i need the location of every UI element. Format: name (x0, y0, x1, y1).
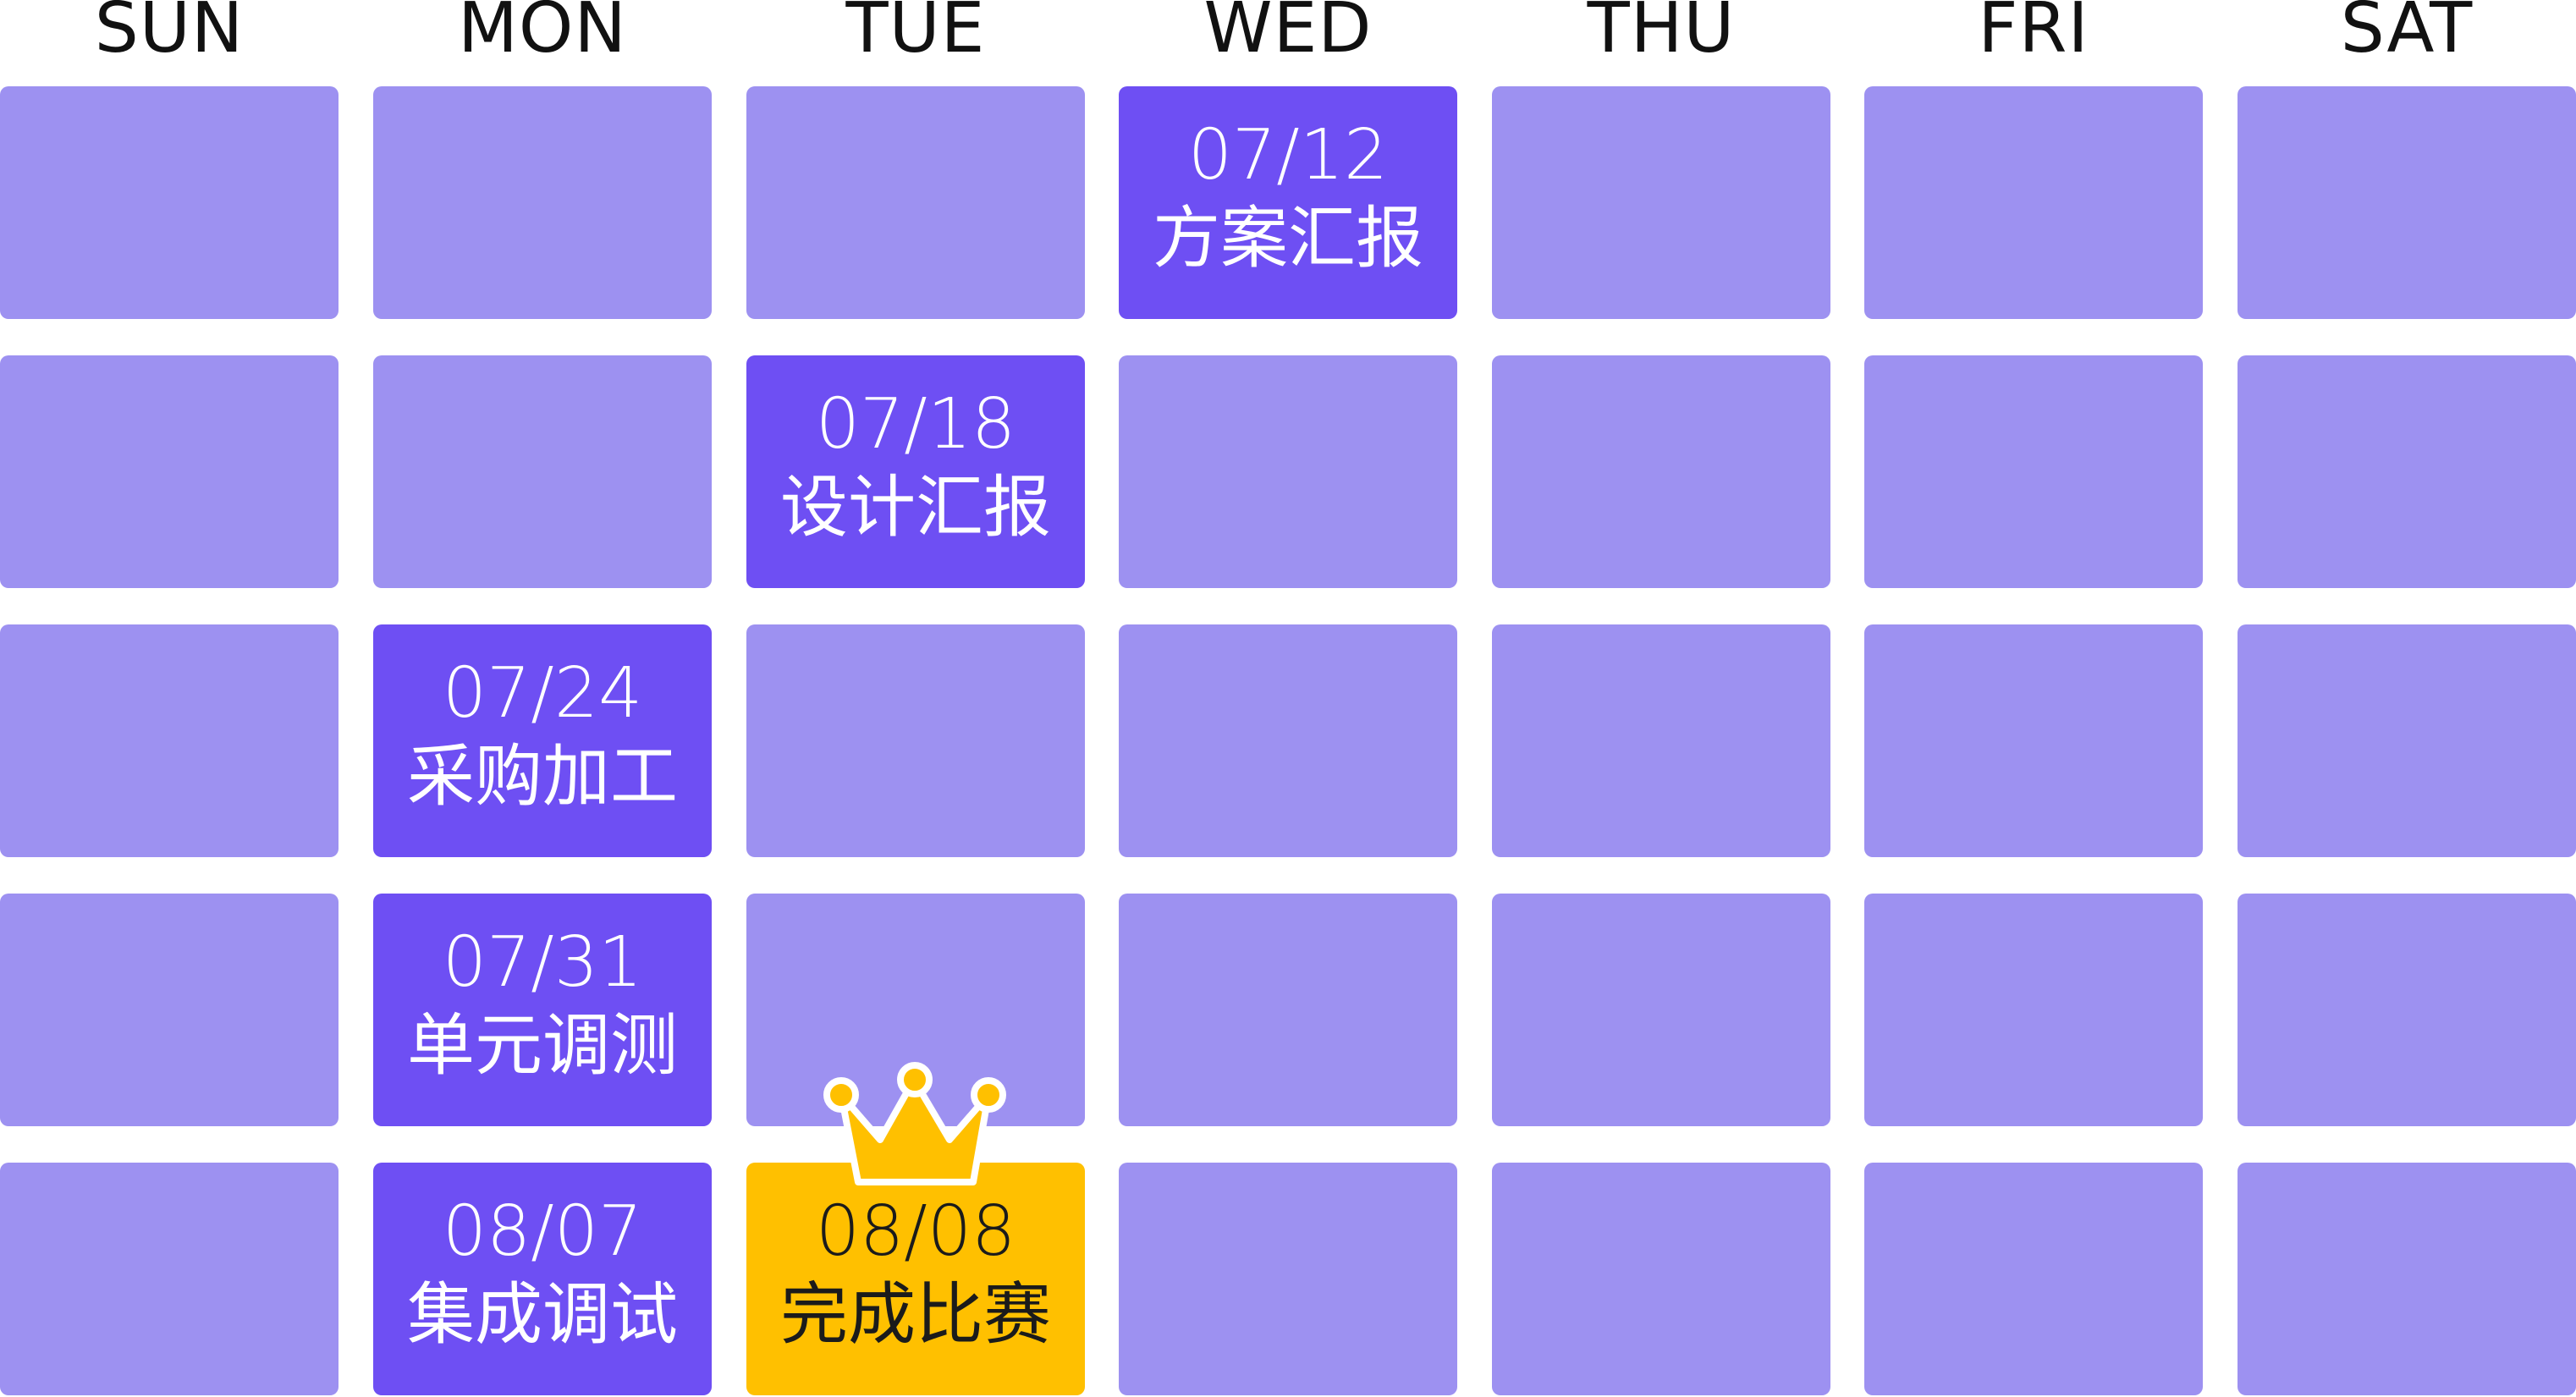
event-cell-design-report: 07/18 设计汇报 (746, 355, 1085, 588)
event-date: 07/12 (1187, 115, 1389, 195)
day-header-sun: SUN (94, 0, 245, 69)
calendar-cell (0, 1163, 339, 1395)
calendar-cell (1864, 894, 2203, 1126)
day-header-sat: SAT (2340, 0, 2474, 69)
weekday-header: SUN MON TUE WED THU FRI SAT (0, 0, 2576, 68)
event-label: 集成调试 (407, 1275, 678, 1354)
event-date: 07/18 (815, 384, 1016, 465)
event-cell-unit-test: 07/31 单元调测 (373, 894, 712, 1126)
calendar-cell (1119, 355, 1457, 588)
event-label: 采购加工 (407, 737, 678, 816)
calendar-cell (1864, 1163, 2203, 1395)
calendar-cell (746, 624, 1085, 857)
calendar-cell (1119, 624, 1457, 857)
day-header-thu: THU (1587, 0, 1736, 69)
event-label: 单元调测 (407, 1006, 678, 1085)
calendar-cell (1864, 86, 2203, 319)
calendar-cell (1492, 1163, 1830, 1395)
event-cell-integration: 08/07 集成调试 (373, 1163, 712, 1395)
event-cell-procurement: 07/24 采购加工 (373, 624, 712, 857)
event-label: 设计汇报 (780, 468, 1051, 547)
event-date: 08/07 (442, 1191, 643, 1272)
day-header-wed: WED (1203, 0, 1373, 69)
day-header-fri: FRI (1978, 0, 2089, 69)
calendar-cell (1864, 624, 2203, 857)
event-date: 07/24 (442, 653, 643, 734)
calendar-cell (0, 894, 339, 1126)
calendar-cell (1119, 1163, 1457, 1395)
calendar-cell (1492, 894, 1830, 1126)
calendar-cell (1492, 355, 1830, 588)
calendar-cell (2237, 624, 2576, 857)
event-cell-plan-report: 07/12 方案汇报 (1119, 86, 1457, 319)
calendar-cell (373, 355, 712, 588)
day-header-mon: MON (458, 0, 627, 69)
calendar-cell (0, 355, 339, 588)
calendar-cell (1864, 355, 2203, 588)
calendar-cell (1119, 894, 1457, 1126)
calendar-cell (0, 86, 339, 319)
calendar-cell (2237, 355, 2576, 588)
calendar-cell (373, 86, 712, 319)
calendar-cell (2237, 86, 2576, 319)
event-label: 完成比赛 (780, 1275, 1051, 1354)
event-label: 方案汇报 (1153, 199, 1423, 278)
day-header-tue: TUE (845, 0, 986, 69)
crown-icon (823, 1062, 1006, 1185)
calendar-cell (2237, 894, 2576, 1126)
calendar-cell (0, 624, 339, 857)
calendar-cell (1492, 624, 1830, 857)
calendar-cell (746, 86, 1085, 319)
calendar-cell (1492, 86, 1830, 319)
calendar-cell (2237, 1163, 2576, 1395)
event-date: 07/31 (442, 922, 643, 1003)
event-date: 08/08 (815, 1191, 1016, 1272)
